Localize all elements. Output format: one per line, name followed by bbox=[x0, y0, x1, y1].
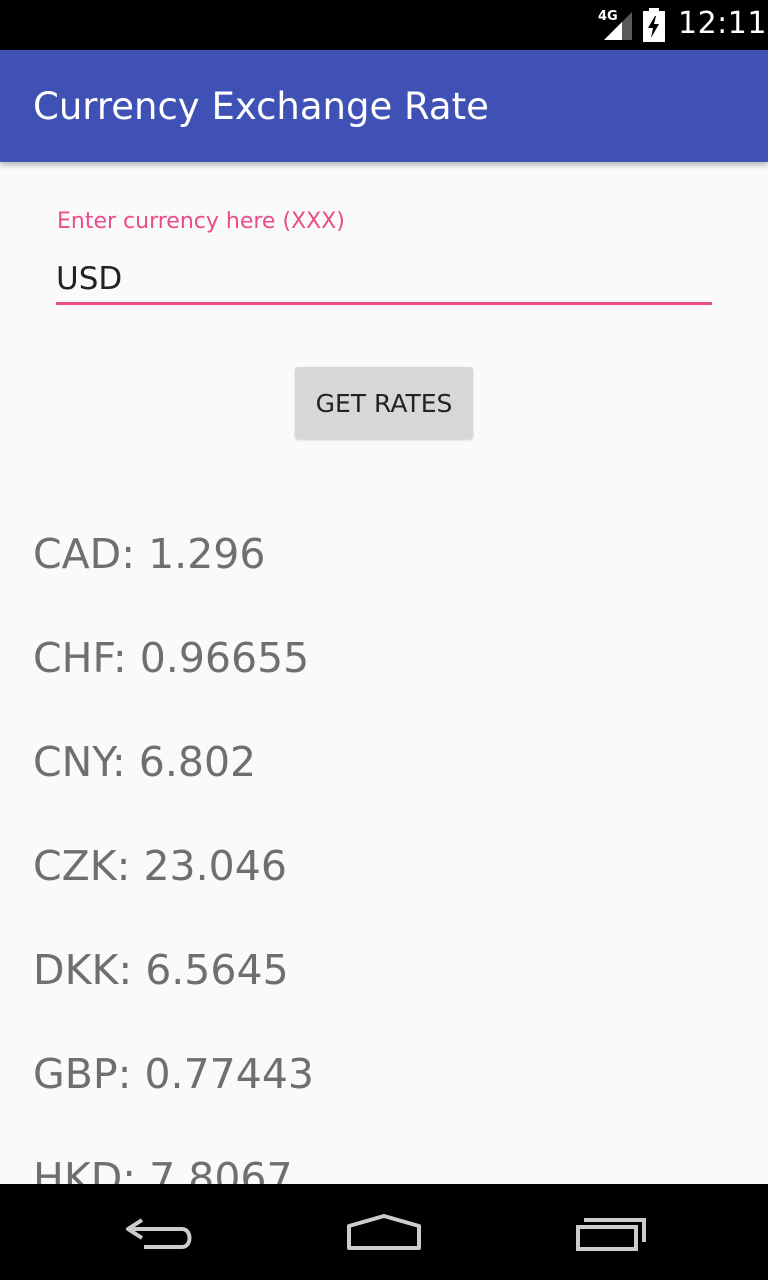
rate-item-chf: CHF: 0.96655 bbox=[33, 634, 310, 682]
battery-charging-icon bbox=[643, 8, 665, 42]
currency-input-label: Enter currency here (XXX) bbox=[57, 209, 345, 234]
home-button[interactable] bbox=[324, 1184, 444, 1280]
navigation-bar bbox=[0, 1184, 768, 1280]
app-title: Currency Exchange Rate bbox=[33, 85, 489, 128]
rate-item-cny: CNY: 6.802 bbox=[33, 738, 257, 786]
rates-list[interactable]: CAD: 1.296 CHF: 0.96655 CNY: 6.802 CZK: … bbox=[0, 500, 768, 1184]
currency-input[interactable] bbox=[56, 256, 712, 305]
rate-item-czk: CZK: 23.046 bbox=[33, 842, 287, 890]
status-bar: 4G 12:11 bbox=[0, 0, 768, 50]
rate-item-dkk: DKK: 6.5645 bbox=[33, 946, 289, 994]
status-time: 12:11 bbox=[678, 6, 767, 41]
rate-item-cad: CAD: 1.296 bbox=[33, 530, 266, 578]
rate-item-gbp: GBP: 0.77443 bbox=[33, 1050, 315, 1098]
recents-button[interactable] bbox=[550, 1184, 670, 1280]
network-type-label: 4G bbox=[598, 9, 618, 24]
get-rates-button[interactable]: GET RATES bbox=[295, 367, 473, 439]
recents-icon bbox=[576, 1218, 646, 1251]
app-bar: Currency Exchange Rate bbox=[0, 50, 768, 162]
back-button[interactable] bbox=[100, 1184, 220, 1280]
home-icon bbox=[347, 1214, 421, 1250]
rate-item-hkd: HKD: 7.8067 bbox=[33, 1154, 293, 1184]
back-icon bbox=[126, 1218, 192, 1249]
screen: 4G 12:11 Currency Exchange Rate Enter cu… bbox=[0, 0, 768, 1280]
